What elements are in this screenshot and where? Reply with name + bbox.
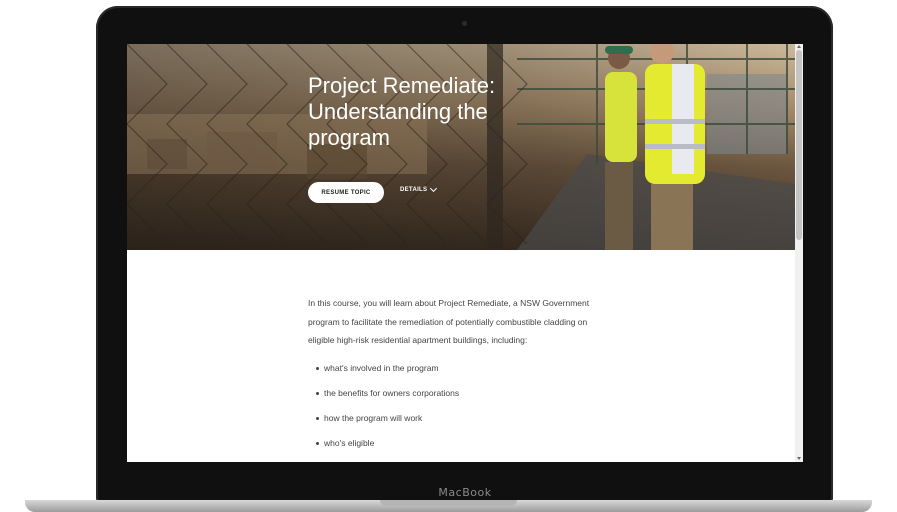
list-item: who's eligible: [316, 431, 608, 456]
resume-topic-button[interactable]: RESUME TOPIC: [308, 182, 384, 203]
list-item: how the program will work: [316, 406, 608, 431]
list-item: the benefits for owners corporations: [316, 381, 608, 406]
browser-screen: Project Remediate: Understanding the pro…: [127, 44, 803, 462]
title-line-1: Project Remediate:: [308, 73, 496, 98]
device-brand-label: MacBook: [438, 486, 492, 499]
topic-list: what's involved in the program the benef…: [316, 356, 608, 456]
title-line-2: Understanding the: [308, 99, 488, 124]
camera-icon: [462, 21, 467, 26]
chevron-down-icon: [430, 184, 438, 193]
hero-banner: Project Remediate: Understanding the pro…: [127, 44, 795, 250]
title-line-3: program: [308, 125, 390, 150]
scroll-down-icon[interactable]: [797, 457, 801, 460]
scroll-up-icon[interactable]: [797, 45, 801, 48]
page-title: Project Remediate: Understanding the pro…: [308, 73, 568, 151]
details-toggle[interactable]: DETAILS: [400, 184, 438, 193]
scrollbar-thumb[interactable]: [796, 50, 802, 240]
details-label: DETAILS: [400, 187, 428, 193]
course-description: In this course, you will learn about Pro…: [308, 294, 608, 456]
list-item: what's involved in the program: [316, 356, 608, 381]
laptop-base-notch: [380, 500, 517, 506]
intro-paragraph: In this course, you will learn about Pro…: [308, 298, 590, 346]
